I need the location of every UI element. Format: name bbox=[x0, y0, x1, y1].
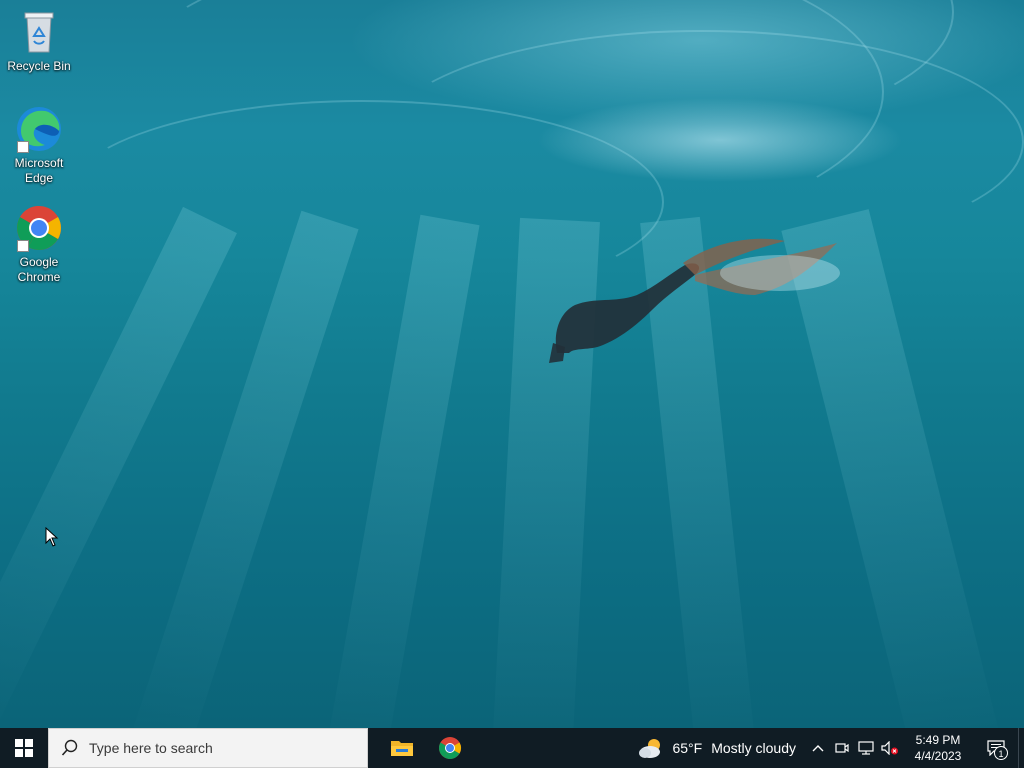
desktop-wallpaper: Recycle Bin Microsoft Edge Google Chrome bbox=[0, 0, 1024, 728]
weather-widget[interactable]: 65°F Mostly cloudy bbox=[632, 728, 806, 768]
google-chrome-icon bbox=[15, 204, 63, 252]
taskbar-file-explorer[interactable] bbox=[378, 728, 426, 768]
volume-muted-icon bbox=[881, 741, 898, 755]
taskbar-google-chrome[interactable] bbox=[426, 728, 474, 768]
network-icon bbox=[858, 741, 874, 755]
camera-device-icon bbox=[835, 743, 849, 753]
partly-cloudy-icon bbox=[639, 739, 661, 758]
search-placeholder: Type here to search bbox=[89, 740, 213, 756]
action-center-button[interactable]: 1 bbox=[974, 728, 1018, 768]
microsoft-edge-icon bbox=[15, 105, 63, 153]
start-button[interactable] bbox=[0, 728, 48, 768]
weather-condition: Mostly cloudy bbox=[711, 740, 796, 756]
desktop-icon-recycle-bin[interactable]: Recycle Bin bbox=[4, 8, 74, 74]
clock-time: 5:49 PM bbox=[915, 733, 961, 747]
volume-button[interactable] bbox=[878, 728, 902, 768]
show-hidden-icons-button[interactable] bbox=[806, 728, 830, 768]
search-icon bbox=[61, 739, 78, 756]
network-button[interactable] bbox=[854, 728, 878, 768]
diver-image bbox=[549, 238, 840, 363]
shortcut-arrow-icon bbox=[17, 240, 29, 252]
desktop-icon-microsoft-edge[interactable]: Microsoft Edge bbox=[4, 105, 74, 186]
show-desktop-button[interactable] bbox=[1018, 728, 1024, 768]
desktop-icon-label: Google Chrome bbox=[17, 255, 61, 284]
file-explorer-icon bbox=[391, 741, 413, 756]
notification-count-badge: 1 bbox=[994, 746, 1008, 760]
taskbar-clock[interactable]: 5:49 PM 4/4/2023 bbox=[902, 728, 974, 768]
chevron-up-icon bbox=[812, 745, 824, 752]
shortcut-arrow-icon bbox=[17, 141, 29, 153]
desktop-icon-label: Microsoft Edge bbox=[14, 156, 64, 185]
clock-date: 4/4/2023 bbox=[914, 749, 962, 763]
desktop-icon-google-chrome[interactable]: Google Chrome bbox=[4, 204, 74, 285]
google-chrome-icon bbox=[439, 737, 461, 759]
weather-temperature: 65°F bbox=[672, 740, 703, 756]
recycle-bin-icon bbox=[15, 8, 63, 56]
mouse-cursor-icon bbox=[45, 527, 59, 547]
system-tray bbox=[806, 728, 902, 768]
taskbar: Type here to search 65°F Mostly cloudy 5… bbox=[0, 728, 1024, 768]
windows-logo-icon bbox=[15, 739, 33, 757]
taskbar-search-box[interactable]: Type here to search bbox=[48, 728, 368, 768]
tray-device-icon-button[interactable] bbox=[830, 728, 854, 768]
desktop-icon-label: Recycle Bin bbox=[7, 59, 71, 73]
